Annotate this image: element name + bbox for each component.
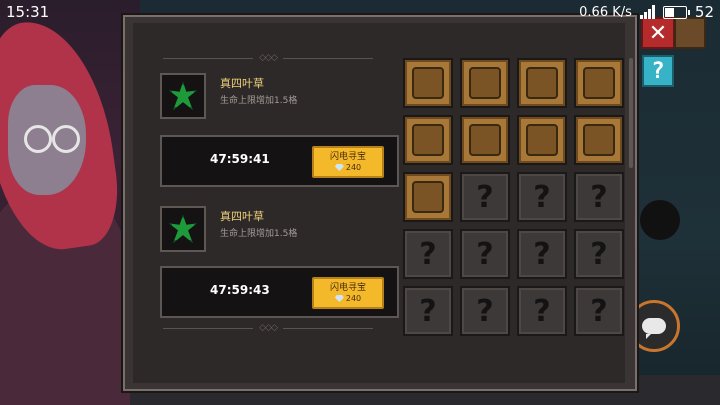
collected-item-slot[interactable] — [403, 172, 453, 222]
joystick-shadow — [640, 200, 680, 240]
lightning-treasure-button[interactable]: 闪电寻宝 240 — [312, 277, 384, 309]
unknown-item-slot[interactable]: ? — [517, 286, 567, 336]
treasure-item-icon — [412, 67, 444, 99]
question-mark-icon: ? — [533, 179, 551, 215]
clover-item-icon[interactable] — [160, 73, 206, 119]
treasure-panel: ◇◇◇ 真四叶草 生命上限增加1.5格 47:59:41 闪电寻宝 240 真四… — [123, 15, 637, 391]
question-mark-icon: ? — [476, 179, 494, 215]
question-mark-icon: ? — [590, 179, 608, 215]
network-speed: 0.66 K/s — [579, 4, 632, 20]
treasure-item-icon — [412, 181, 444, 213]
reward-name: 真四叶草 — [220, 210, 264, 223]
treasure-item-icon — [583, 124, 615, 156]
unknown-item-slot[interactable]: ? — [403, 229, 453, 279]
unknown-item-slot[interactable]: ? — [574, 286, 624, 336]
reward-description: 生命上限增加1.5格 — [220, 229, 298, 239]
question-mark-icon: ? — [590, 293, 608, 329]
grid-scrollbar[interactable] — [629, 58, 633, 168]
unknown-item-slot[interactable]: ? — [460, 286, 510, 336]
divider-ornament-bottom: ◇◇◇ — [163, 323, 374, 333]
reward-description: 生命上限增加1.5格 — [220, 96, 298, 106]
unknown-item-slot[interactable]: ? — [403, 286, 453, 336]
signal-icon — [639, 5, 655, 19]
reward-timer-box-1: 47:59:41 闪电寻宝 240 — [160, 135, 399, 187]
collection-grid: ??????????? — [403, 58, 624, 336]
character-glasses-left — [24, 125, 52, 153]
collected-item-slot[interactable] — [517, 115, 567, 165]
clover-item-icon[interactable] — [160, 206, 206, 252]
collected-item-slot[interactable] — [574, 58, 624, 108]
divider-ornament-top: ◇◇◇ — [163, 53, 374, 63]
treasure-item-icon — [469, 124, 501, 156]
unknown-item-slot[interactable]: ? — [574, 229, 624, 279]
countdown-timer: 47:59:41 — [210, 152, 270, 166]
help-button[interactable]: ? — [642, 55, 674, 87]
question-mark-icon: ? — [533, 293, 551, 329]
status-time: 15:31 — [6, 3, 50, 21]
collected-item-slot[interactable] — [460, 115, 510, 165]
question-mark-icon: ? — [419, 236, 437, 272]
lightning-treasure-button[interactable]: 闪电寻宝 240 — [312, 146, 384, 178]
unknown-item-slot[interactable]: ? — [460, 172, 510, 222]
question-mark-icon: ? — [419, 293, 437, 329]
reward-name: 真四叶草 — [220, 77, 264, 90]
button-cost: 240 — [345, 293, 362, 303]
unknown-item-slot[interactable]: ? — [574, 172, 624, 222]
countdown-timer: 47:59:43 — [210, 283, 270, 297]
battery-icon — [662, 5, 690, 19]
treasure-item-icon — [469, 67, 501, 99]
button-cost: 240 — [345, 162, 362, 172]
question-mark-icon: ? — [476, 293, 494, 329]
battery-level: 52 — [694, 3, 714, 21]
treasure-item-icon — [526, 67, 558, 99]
unknown-item-slot[interactable]: ? — [460, 229, 510, 279]
unknown-item-slot[interactable]: ? — [517, 172, 567, 222]
collected-item-slot[interactable] — [517, 58, 567, 108]
treasure-item-icon — [526, 124, 558, 156]
treasure-panel-inner: ◇◇◇ 真四叶草 生命上限增加1.5格 47:59:41 闪电寻宝 240 真四… — [133, 23, 633, 383]
status-bar: 15:31 0.66 K/s 52 — [0, 0, 720, 24]
collected-item-slot[interactable] — [460, 58, 510, 108]
diamond-icon — [334, 295, 344, 302]
question-mark-icon: ? — [533, 236, 551, 272]
character-glasses-right — [52, 125, 80, 153]
reward-info-2: 真四叶草 生命上限增加1.5格 — [160, 206, 390, 254]
treasure-item-icon — [412, 124, 444, 156]
chat-bubble-icon — [642, 318, 666, 339]
reward-timer-box-2: 47:59:43 闪电寻宝 240 — [160, 266, 399, 318]
diamond-icon — [334, 164, 344, 171]
collected-item-slot[interactable] — [574, 115, 624, 165]
reward-info-1: 真四叶草 生命上限增加1.5格 — [160, 73, 390, 121]
button-label: 闪电寻宝 — [329, 151, 366, 162]
collected-item-slot[interactable] — [403, 58, 453, 108]
unknown-item-slot[interactable]: ? — [517, 229, 567, 279]
question-mark-icon: ? — [590, 236, 608, 272]
question-mark-icon: ? — [476, 236, 494, 272]
collected-item-slot[interactable] — [403, 115, 453, 165]
button-label: 闪电寻宝 — [329, 282, 366, 293]
treasure-item-icon — [583, 67, 615, 99]
